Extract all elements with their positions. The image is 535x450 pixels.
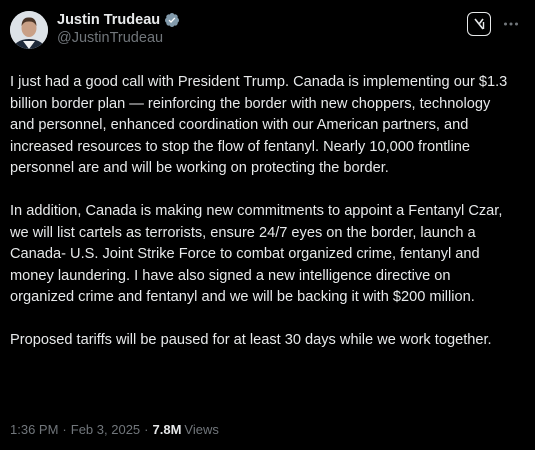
meta-separator: · [144, 422, 149, 437]
tweet-card: Justin Trudeau @JustinTrudeau I just had… [0, 0, 535, 450]
author-names: Justin Trudeau @JustinTrudeau [57, 10, 180, 48]
avatar[interactable] [10, 11, 48, 49]
tweet-date[interactable]: Feb 3, 2025 [71, 421, 140, 439]
avatar-image [10, 11, 48, 49]
author-display-name[interactable]: Justin Trudeau [57, 11, 160, 29]
name-row: Justin Trudeau [57, 11, 180, 29]
tweet-paragraph: In addition, Canada is making new commit… [10, 203, 503, 305]
more-horizontal-icon[interactable] [499, 12, 523, 36]
tweet-text: I just had a good call with President Tr… [10, 72, 523, 352]
verified-badge-icon[interactable] [164, 12, 180, 28]
views-label: Views [184, 422, 219, 437]
author-handle[interactable]: @JustinTrudeau [57, 29, 180, 48]
grok-icon[interactable] [467, 12, 491, 36]
tweet-paragraph: I just had a good call with President Tr… [10, 74, 508, 176]
tweet-meta: 1:36 PM · Feb 3, 2025 · 7.8M Views [10, 421, 219, 439]
tweet-time[interactable]: 1:36 PM [10, 421, 58, 439]
views-count[interactable]: 7.8M [153, 421, 182, 439]
header-actions [467, 10, 523, 36]
tweet-paragraph: Proposed tariffs will be paused for at l… [10, 332, 492, 348]
meta-separator: · [62, 422, 67, 437]
tweet-header: Justin Trudeau @JustinTrudeau [10, 10, 523, 54]
